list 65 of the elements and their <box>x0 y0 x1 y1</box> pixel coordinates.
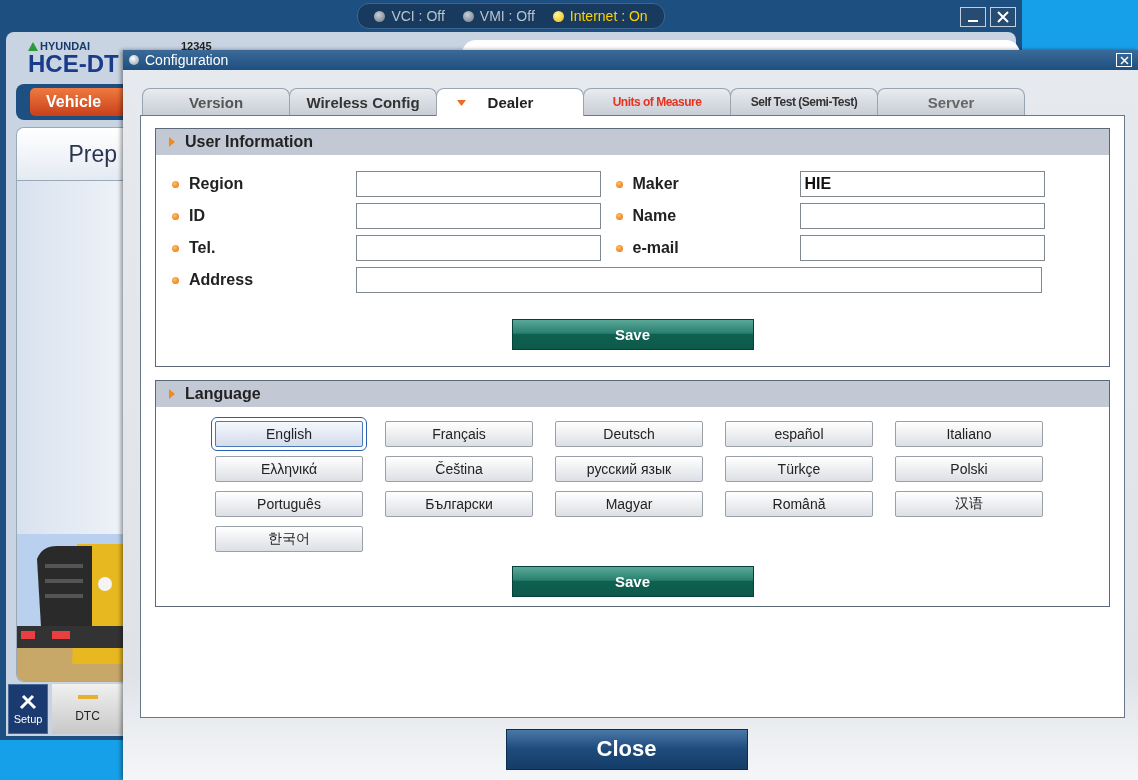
save-button[interactable]: Save <box>511 566 754 597</box>
tab[interactable]: Wireless Config <box>289 88 437 115</box>
arrow-icon <box>169 389 175 399</box>
input-field[interactable] <box>356 171 601 197</box>
tab[interactable]: Self Test (Semi-Test) <box>730 88 878 115</box>
status-label: VMI : Off <box>479 8 535 24</box>
language-button[interactable]: Deutsch <box>555 421 703 447</box>
dtc-tab[interactable]: DTC <box>52 684 123 734</box>
tab[interactable]: Version <box>142 88 290 115</box>
minimize-button[interactable] <box>960 7 986 27</box>
language-button[interactable]: Türkçe <box>725 456 873 482</box>
field-label: ID <box>189 207 206 225</box>
field-label: Region <box>189 175 245 193</box>
language-button[interactable]: Ελληνικά <box>215 456 363 482</box>
setup-button[interactable]: Setup <box>8 684 48 734</box>
close-button[interactable]: Close <box>505 728 748 770</box>
input-field[interactable] <box>799 235 1045 261</box>
panel-title: Prep <box>68 140 117 168</box>
bullet-icon <box>172 212 179 220</box>
brand-logo: HYUNDAI <box>28 40 123 52</box>
input-field[interactable] <box>356 203 601 229</box>
language-button[interactable]: Français <box>385 421 533 447</box>
window-icon <box>129 55 139 65</box>
product-logo: HCE-DT <box>28 52 120 76</box>
serial-number: 12345 <box>181 40 212 52</box>
language-button[interactable]: Polski <box>895 456 1043 482</box>
bullet-icon <box>615 244 623 252</box>
close-icon <box>997 11 1009 23</box>
tab[interactable]: Server <box>877 88 1025 115</box>
language-button[interactable]: Čeština <box>385 456 533 482</box>
minimize-icon <box>968 20 978 22</box>
language-button[interactable]: 汉语 <box>895 491 1043 517</box>
field-label: Address <box>189 271 255 289</box>
language-button[interactable]: русский язык <box>555 456 703 482</box>
language-button[interactable]: Română <box>725 491 873 517</box>
bullet-icon <box>172 180 179 188</box>
field-label: e-mail <box>632 239 680 257</box>
language-button[interactable]: Български <box>385 491 533 517</box>
language-button[interactable]: Magyar <box>555 491 703 517</box>
bullet-icon <box>172 276 179 284</box>
input-field[interactable] <box>356 267 1042 293</box>
section-title: Language <box>185 385 261 403</box>
save-button[interactable]: Save <box>511 319 754 350</box>
field-label: Name <box>632 207 678 225</box>
bullet-icon <box>615 180 623 188</box>
status-label: Internet : On <box>569 8 648 24</box>
status-label: VCI : Off <box>391 8 445 24</box>
close-button[interactable] <box>990 7 1016 27</box>
caret-icon <box>456 99 466 106</box>
language-button[interactable]: Italiano <box>895 421 1043 447</box>
input-field[interactable] <box>799 203 1045 229</box>
vehicle-button[interactable]: Vehicle <box>30 88 123 116</box>
language-button[interactable]: Português <box>215 491 363 517</box>
language-button[interactable]: 한국어 <box>215 526 363 552</box>
window-title: Configuration <box>145 52 230 68</box>
language-button[interactable]: español <box>725 421 873 447</box>
section-title: User Information <box>185 133 313 151</box>
field-label: Maker <box>632 175 680 193</box>
field-label: Tel. <box>189 239 217 257</box>
bullet-icon <box>172 244 179 252</box>
bullet-icon <box>615 212 623 220</box>
input-field[interactable] <box>356 235 601 261</box>
arrow-icon <box>169 137 175 147</box>
input-field[interactable]: HIE <box>799 171 1045 197</box>
tab[interactable]: Dealer <box>436 88 584 116</box>
